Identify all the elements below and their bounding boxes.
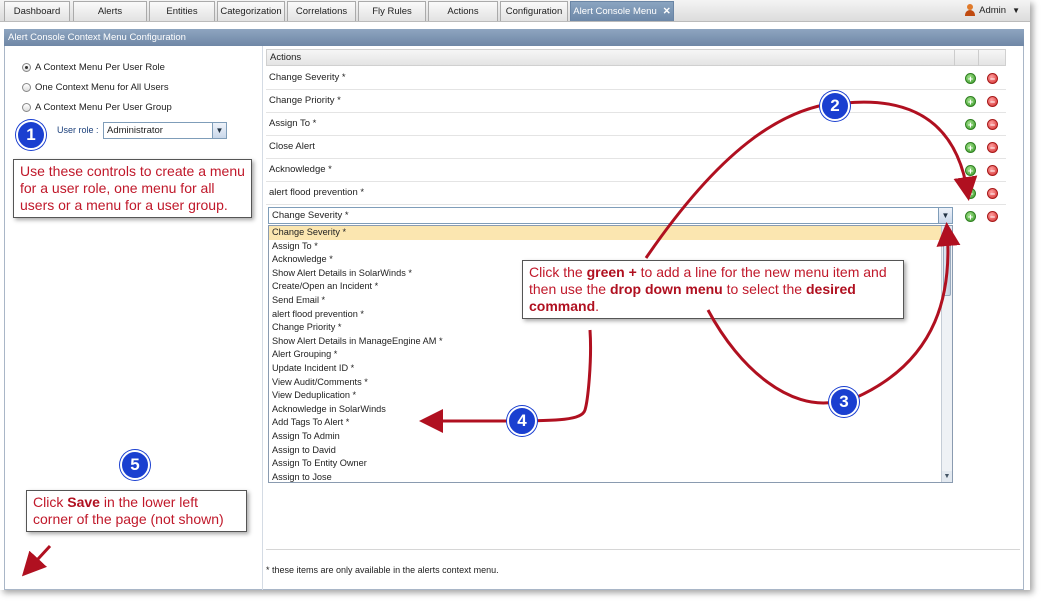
step-badge-1: 1	[16, 120, 46, 150]
arrow-3a	[706, 309, 836, 405]
annotation-arrows	[21, 100, 978, 577]
step-badge-2: 2	[820, 91, 850, 121]
arrow-5	[21, 544, 52, 577]
step-badge-4: 4	[507, 406, 537, 436]
arrow-2b	[844, 100, 978, 201]
app-window: Dashboard Alerts Entities Categorization…	[0, 0, 1030, 590]
step-badge-5: 5	[120, 450, 150, 480]
step-badge-3: 3	[829, 387, 859, 417]
arrow-2a	[644, 101, 836, 259]
arrow-3b	[854, 222, 961, 400]
